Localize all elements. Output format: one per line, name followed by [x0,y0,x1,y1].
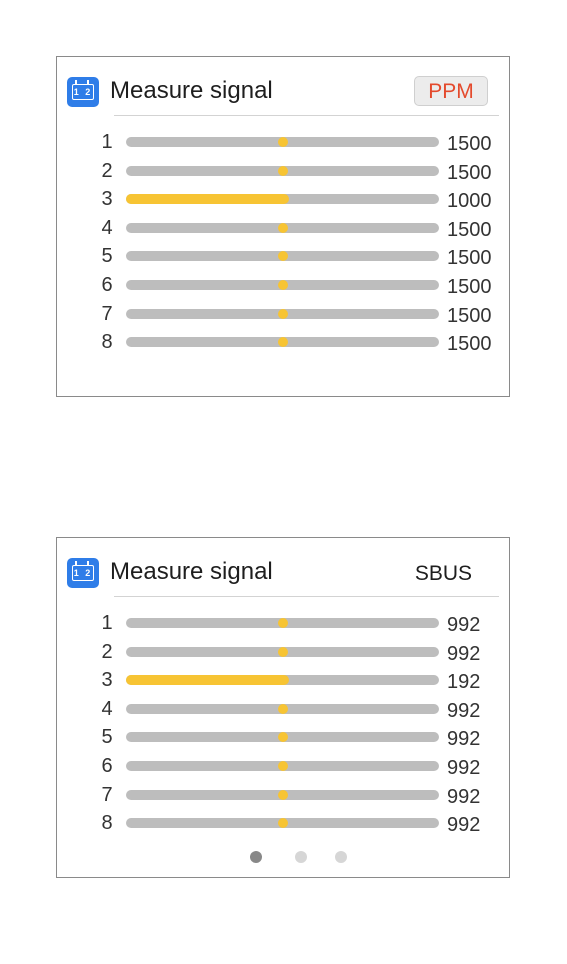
channel-bar [126,732,439,743]
channel-number: 3 [101,188,113,211]
channel-row: 7 992 [57,781,509,810]
protocol-button[interactable]: PPM [414,76,488,106]
page-title: Measure signal [110,77,273,104]
panel-header: 1 2 Measure signal SBUS [57,538,509,598]
channel-bar [126,789,439,800]
channel-bar [126,618,439,628]
channel-value: 1500 [447,247,492,270]
channel-value: 992 [447,728,481,751]
channel-indicator-dot [277,251,288,262]
channel-indicator-dot [277,760,288,771]
measure-signal-panel-ppm: 1 2 Measure signal PPM 1 1500 2 1500 3 1… [56,56,510,397]
divider [114,115,499,116]
channel-number: 4 [101,216,113,239]
channel-number: 7 [101,302,113,325]
channel-row: 5 1500 [57,242,509,271]
channel-number: 5 [101,726,113,749]
channel-row: 2 1500 [57,157,509,186]
channel-value: 992 [447,614,481,636]
channel-bar [126,818,439,829]
channel-number: 8 [101,812,113,835]
channel-number: 7 [101,783,113,806]
channel-value: 1500 [447,161,492,184]
page-dot[interactable] [295,851,307,863]
channel-value: 192 [447,671,481,694]
channel-value: 1500 [447,275,492,298]
channel-bar [126,646,439,657]
channel-row: 1 1500 [57,128,509,157]
channel-bar [126,675,439,686]
channel-bar [126,251,439,262]
page-indicator [57,851,509,865]
channel-bar [126,703,439,714]
channel-value: 1500 [447,304,492,327]
channel-row: 2 992 [57,638,509,667]
channel-bar [126,760,439,771]
channel-row: 8 1500 [57,328,509,357]
channel-row: 4 1500 [57,214,509,243]
channel-indicator-dot [277,618,288,628]
channel-value: 992 [447,785,481,808]
channel-indicator-dot [277,165,288,176]
channel-indicator-dot [277,279,288,290]
channel-bar [126,222,439,233]
channel-value: 992 [447,699,481,722]
channel-number: 1 [101,612,113,634]
channel-bar [126,194,439,205]
channel-value: 1500 [447,218,492,241]
channel-indicator-dot [277,789,288,800]
protocol-button[interactable]: SBUS [415,562,472,586]
channel-value: 1500 [447,333,492,356]
channel-bar [126,337,439,348]
channel-bar [126,279,439,290]
channel-row: 5 992 [57,723,509,752]
channel-number: 2 [101,640,113,663]
channel-value: 1500 [447,133,492,155]
channel-indicator-dot [277,703,288,714]
channel-row: 6 992 [57,752,509,781]
channel-indicator-dot [277,137,288,147]
calendar-channel-icon: 1 2 [67,77,99,107]
divider [114,596,499,597]
channel-row: 6 1500 [57,271,509,300]
channel-number: 2 [101,159,113,182]
channel-bar [126,165,439,176]
channel-value: 1000 [447,190,492,213]
channel-row: 4 992 [57,695,509,724]
channel-indicator-dot [277,646,288,657]
channel-indicator-dot [277,337,288,348]
channel-number: 5 [101,245,113,268]
channel-list: 1 1500 2 1500 3 1000 4 1500 5 1500 6 150… [57,128,509,357]
channel-row: 8 992 [57,809,509,838]
channel-value: 992 [447,756,481,779]
page-dot[interactable] [335,851,347,863]
channel-bar [126,308,439,319]
page-dot[interactable] [250,851,262,863]
channel-fill [126,675,289,686]
channel-bar [126,137,439,147]
channel-indicator-dot [277,308,288,319]
channel-indicator-dot [277,818,288,829]
channel-number: 3 [101,669,113,692]
channel-row: 7 1500 [57,300,509,329]
page-title: Measure signal [110,558,273,585]
channel-number: 4 [101,697,113,720]
calendar-channel-icon: 1 2 [67,558,99,588]
channel-value: 992 [447,642,481,665]
channel-number: 1 [101,131,113,153]
channel-number: 6 [101,754,113,777]
channel-row: 1 992 [57,609,509,638]
measure-signal-panel-sbus: 1 2 Measure signal SBUS 1 992 2 992 3 19… [56,537,510,878]
panel-header: 1 2 Measure signal PPM [57,57,509,117]
channel-fill [126,194,289,205]
channel-number: 8 [101,331,113,354]
channel-number: 6 [101,273,113,296]
channel-value: 992 [447,814,481,837]
channel-indicator-dot [277,222,288,233]
channel-indicator-dot [277,732,288,743]
channel-row: 3 1000 [57,185,509,214]
channel-list: 1 992 2 992 3 192 4 992 5 992 6 992 7 99… [57,609,509,838]
channel-row: 3 192 [57,666,509,695]
